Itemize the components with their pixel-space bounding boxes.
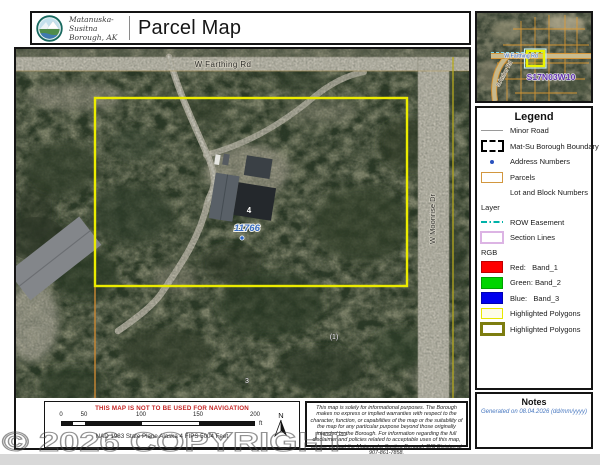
minor-road-symbol-icon (481, 130, 503, 131)
parcel-map-page: Matanuska-Susitna Borough, AK Parcel Map (0, 0, 600, 465)
address-number-label: 11766 (234, 223, 260, 234)
legend-item-highlighted-polygons-1: Highlighted Polygons (477, 306, 591, 322)
road-label-moonrise: W Moonrise Dr (428, 193, 437, 244)
blue-band-symbol-icon (481, 292, 503, 304)
legend-item-row-easement: ROW Easement (477, 215, 591, 231)
address-numbers-symbol-icon (490, 160, 494, 164)
green-band-symbol-icon (481, 277, 503, 289)
scale-tick-150: 150 (193, 412, 203, 418)
legend-title: Legend (477, 111, 591, 123)
notes-panel: Notes Generated on 08.04.2026 (dd/mm/yyy… (475, 392, 593, 449)
navigation-warning: THIS MAP IS NOT TO BE USED FOR NAVIGATIO… (45, 405, 299, 412)
red-band-symbol-icon (481, 261, 503, 273)
road-label-farthing: W Farthing Rd (195, 60, 252, 69)
legend-item-address-numbers: Address Numbers (477, 154, 591, 170)
parcels-symbol-icon (481, 172, 503, 183)
main-map[interactable]: W Farthing Rd W Moonrise Dr 4 (1) 3 1176… (14, 47, 471, 450)
lot-number-1: (1) (330, 334, 339, 341)
overview-map[interactable]: W Farthing Rd S Amber Rd S17N03W10 (475, 11, 593, 103)
overview-section-label: S17N03W10 (527, 72, 576, 82)
legend-item-lot-block-numbers: Lot and Block Numbers (477, 185, 591, 201)
legend-item-highlighted-polygons-2: Highlighted Polygons (477, 322, 591, 338)
org-name-line2: Borough, AK (69, 33, 125, 42)
legend-group-rgb: RGB (477, 246, 591, 260)
header: Matanuska-Susitna Borough, AK Parcel Map (30, 11, 471, 45)
scale-tick-0: 0 (59, 412, 62, 418)
header-divider (129, 16, 130, 40)
page-title: Parcel Map (138, 17, 241, 40)
lot-number-4: 4 (247, 206, 252, 215)
legend-item-minor-road: Minor Road (477, 123, 591, 139)
notes-generated-line: Generated on 08.04.2026 (dd/mm/yyyy) (477, 409, 591, 415)
projection-note: NAD 1983 State Plane Alaska 4 FIPS 5004 … (45, 433, 279, 440)
section-lines-symbol-icon (480, 231, 504, 244)
scale-unit: ft (259, 421, 262, 427)
scale-tick-50: 50 (81, 412, 88, 418)
row-easement-symbol-icon (481, 221, 503, 223)
highlighted-polygons-symbol-icon (481, 308, 503, 319)
org-name-line1: Matanuska-Susitna (69, 15, 125, 33)
legend-item-red-band: Red: Band_1 (477, 260, 591, 276)
org-name: Matanuska-Susitna Borough, AK (69, 15, 125, 42)
scale-panel: THIS MAP IS NOT TO BE USED FOR NAVIGATIO… (44, 401, 300, 448)
scale-tick-200: 200 (250, 412, 260, 418)
overview-road-label-top: W Farthing Rd (504, 54, 538, 60)
lot-number-3: 3 (245, 378, 249, 385)
legend: Legend Minor Road Mat-Su Borough Boundar… (475, 106, 593, 390)
overview-map-image: W Farthing Rd S Amber Rd S17N03W10 (477, 13, 591, 101)
borough-seal-logo (36, 15, 63, 42)
notes-title: Notes (477, 397, 591, 407)
highlighted-polygons-outline-symbol-icon (480, 322, 505, 336)
legend-item-parcels: Parcels (477, 170, 591, 186)
borough-boundary-symbol-icon (481, 140, 504, 152)
disclaimer-text: This map is solely for informational pur… (307, 403, 466, 459)
legend-item-blue-band: Blue: Band_3 (477, 291, 591, 307)
legend-group-layer: Layer (477, 201, 591, 215)
scale-bar (61, 421, 255, 426)
disclaimer-panel: This map is solely for informational pur… (305, 401, 468, 447)
canvas-background (0, 454, 600, 465)
address-point-icon (240, 236, 244, 240)
legend-item-section-lines: Section Lines (477, 230, 591, 246)
scale-tick-100: 100 (136, 412, 146, 418)
legend-item-green-band: Green: Band_2 (477, 275, 591, 291)
north-arrow-label: N (278, 411, 283, 420)
legend-item-borough-boundary: Mat-Su Borough Boundary (477, 139, 591, 155)
aerial-imagery: W Farthing Rd W Moonrise Dr 4 (1) 3 1176… (16, 49, 469, 398)
north-arrow-icon: N (273, 410, 289, 438)
